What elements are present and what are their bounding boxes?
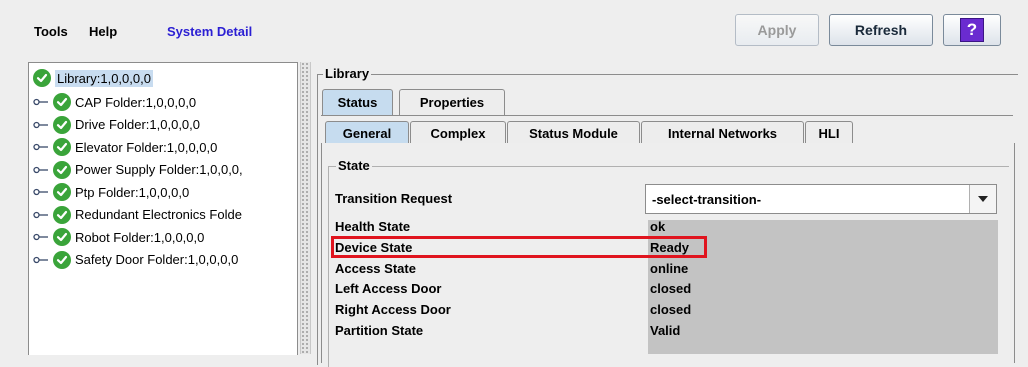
device-state-highlight	[331, 236, 707, 258]
state-title: State	[336, 158, 372, 173]
tree-expand-handle-icon[interactable]	[33, 186, 49, 198]
tree-item[interactable]: Safety Door Folder:1,0,0,0,0	[33, 249, 238, 271]
tree-expand-handle-icon[interactable]	[33, 96, 49, 108]
library-title: Library	[323, 66, 372, 81]
top-toolbar: Tools Help System Detail Apply Refresh ?	[0, 0, 1028, 58]
check-circle-icon	[53, 228, 71, 246]
help-icon: ?	[960, 18, 984, 42]
check-circle-icon	[53, 250, 71, 269]
tree-item-label: Redundant Electronics Folde	[75, 207, 242, 222]
system-detail-link[interactable]: System Detail	[167, 24, 252, 39]
left-access-door-value: closed	[650, 281, 692, 297]
tree-item[interactable]: Redundant Electronics Folde	[33, 204, 242, 226]
menu-tools[interactable]: Tools	[34, 24, 68, 39]
tree-root-label: Library:1,0,0,0,0	[55, 69, 153, 87]
tab-strip-line	[321, 115, 1013, 116]
transition-select-value: -select-transition-	[652, 191, 762, 207]
tree-root[interactable]: Library:1,0,0,0,0	[33, 67, 153, 89]
check-circle-icon	[53, 205, 71, 224]
tree-item-label: Robot Folder:1,0,0,0,0	[75, 229, 205, 245]
subtab-hli[interactable]: HLI	[805, 121, 853, 145]
subtab-status-module[interactable]: Status Module	[507, 121, 640, 145]
left-access-door-label: Left Access Door	[335, 281, 442, 297]
check-circle-icon	[53, 183, 71, 201]
refresh-button[interactable]: Refresh	[829, 14, 933, 46]
check-circle-icon	[53, 93, 71, 111]
transition-request-label: Transition Request	[335, 191, 453, 206]
health-state-label: Health State	[335, 219, 411, 234]
health-state-value: ok	[650, 219, 666, 234]
partition-state-value: Valid	[650, 323, 681, 338]
tree-item-label: Safety Door Folder:1,0,0,0,0	[75, 252, 239, 267]
tree-item[interactable]: Drive Folder:1,0,0,0,0	[33, 114, 200, 136]
tree-item-label: CAP Folder:1,0,0,0,0	[75, 94, 197, 110]
right-access-door-value: closed	[650, 302, 692, 318]
tree-item[interactable]: Ptp Folder:1,0,0,0,0	[33, 181, 189, 203]
tree-item-label: Ptp Folder:1,0,0,0,0	[75, 184, 190, 200]
tree-expand-handle-icon[interactable]	[33, 164, 49, 176]
transition-select[interactable]: -select-transition-	[645, 184, 997, 214]
tree-item[interactable]: Power Supply Folder:1,0,0,0,	[33, 159, 243, 181]
check-circle-icon	[53, 160, 71, 179]
tree-expand-handle-icon[interactable]	[33, 119, 49, 131]
check-circle-icon	[53, 115, 71, 134]
partition-state-label: Partition State	[335, 323, 424, 338]
library-tree: Library:1,0,0,0,0 CAP Folder:1,0,0,0,0 Dr…	[28, 62, 298, 355]
subtab-general[interactable]: General	[325, 121, 409, 145]
tree-expand-handle-icon[interactable]	[33, 141, 49, 153]
tree-item-label: Elevator Folder:1,0,0,0,0	[75, 139, 218, 155]
tree-expand-handle-icon[interactable]	[33, 209, 49, 221]
tree-expand-handle-icon[interactable]	[33, 231, 49, 243]
tree-item-label: Drive Folder:1,0,0,0,0	[75, 117, 201, 132]
right-access-door-label: Right Access Door	[335, 302, 451, 318]
tab-properties[interactable]: Properties	[399, 89, 505, 115]
apply-button[interactable]: Apply	[735, 14, 819, 46]
subtab-internal-networks[interactable]: Internal Networks	[641, 121, 804, 145]
subtab-complex[interactable]: Complex	[410, 121, 506, 145]
access-state-label: Access State	[335, 260, 416, 276]
access-state-value: online	[650, 260, 689, 276]
tree-item[interactable]: Elevator Folder:1,0,0,0,0	[33, 136, 217, 158]
help-button[interactable]: ?	[943, 14, 1001, 46]
menu-help[interactable]: Help	[89, 24, 117, 39]
tree-item[interactable]: CAP Folder:1,0,0,0,0	[33, 91, 196, 113]
tree-expand-handle-icon[interactable]	[33, 254, 49, 266]
check-circle-icon	[53, 138, 71, 156]
check-circle-icon	[33, 69, 51, 87]
tree-item[interactable]: Robot Folder:1,0,0,0,0	[33, 226, 204, 248]
chevron-down-icon[interactable]	[969, 185, 996, 213]
tab-status[interactable]: Status	[322, 89, 393, 115]
tree-item-label: Power Supply Folder:1,0,0,0,	[75, 162, 243, 177]
split-pane-divider[interactable]	[300, 62, 311, 354]
